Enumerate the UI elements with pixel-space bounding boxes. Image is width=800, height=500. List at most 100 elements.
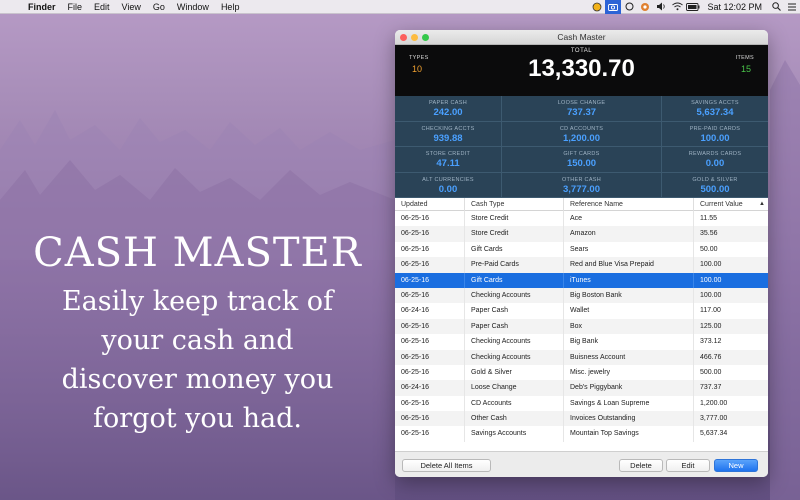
menu-go[interactable]: Go [147,2,171,12]
menu-help[interactable]: Help [215,2,246,12]
category-value: 150.00 [566,158,597,169]
table-row[interactable]: 06-24-16 Paper Cash Wallet 117.00 [395,303,768,319]
category-label: GIFT CARDS [563,151,600,157]
category-label: REWARDS CARDS [688,151,742,157]
bottom-toolbar: Delete All Items Delete Edit New [395,451,768,477]
category-cell: GOLD & SILVER 500.00 [662,173,768,198]
table-row[interactable]: 06-25-16 Checking Accounts Big Bank 373.12 [395,334,768,350]
current-value-cell: 373.12 [700,338,722,346]
table-row[interactable]: 06-25-16 Pre-Paid Cards Red and Blue Visa … [395,257,768,273]
cash-type-cell: Pre-Paid Cards [465,257,564,273]
category-cell: GIFT CARDS 150.00 [502,147,662,173]
updated-cell: 06-25-16 [395,364,465,381]
battery-icon[interactable] [685,0,701,14]
cash-type-cell: Paper Cash [465,303,564,319]
wifi-icon[interactable] [669,0,685,14]
cash-type-cell: Checking Accounts [465,334,564,350]
total-label: TOTAL [570,48,593,54]
category-cell: CD ACCOUNTS 1,200.00 [502,121,662,147]
category-cell: ALT CURRENCIES 0.00 [395,172,502,198]
reference-name-cell: Red and Blue Visa Prepaid [564,257,694,273]
category-value: 500.00 [700,183,730,195]
reference-name-cell: Amazon [564,226,694,242]
updated-cell: 06-25-16 [395,318,465,335]
column-header-updated[interactable]: Updated [395,198,465,211]
table-row[interactable]: 06-25-16 Checking Accounts Big Boston Bank… [395,287,768,304]
current-value-cell: 125.00 [700,322,722,330]
category-label: ALT CURRENCIES [422,176,474,183]
table-row[interactable]: 06-25-16 CD Accounts Savings & Loan Suprem… [395,395,768,412]
current-value-cell: 1,200.00 [700,399,728,407]
items-value: 15 [740,64,751,74]
category-value: 0.00 [438,183,458,195]
menu-edit[interactable]: Edit [88,2,116,12]
current-value-cell: 117.00 [700,307,721,315]
volume-icon[interactable] [653,0,669,14]
minimize-window-button[interactable] [411,34,418,41]
current-value-cell: 100.00 [700,261,722,269]
new-button[interactable]: New [714,459,758,472]
edit-button[interactable]: Edit [666,459,710,472]
cash-type-cell: Store Credit [465,226,564,242]
spotlight-search-icon[interactable] [768,0,784,14]
cash-type-cell: Store Credit [465,211,564,227]
recording-tray-icon[interactable] [637,0,653,14]
table-row[interactable]: 06-25-16 Store Credit Amazon 35.56 [395,226,768,242]
column-header-current-value[interactable]: Current Value ▲ [694,198,768,211]
column-header-reference-name[interactable]: Reference Name [564,198,694,211]
category-label: SAVINGS ACCTS [691,100,739,106]
table-body: 06-25-16 Store Credit Ace 11.55 06-25-16 Stor… [395,211,768,442]
menu-app-name[interactable]: Finder [22,2,62,12]
category-label: PAPER CASH [428,100,468,106]
table-row[interactable]: 06-25-16 Store Credit Ace 11.55 [395,211,768,227]
reference-name-cell: Invoices Outstanding [564,411,694,427]
updated-cell: 06-25-16 [395,411,465,427]
column-header-cash-type[interactable]: Cash Type [465,198,564,211]
menu-window[interactable]: Window [171,2,215,12]
updated-cell: 06-25-16 [395,257,465,273]
category-value: 939.88 [433,132,463,144]
hero-title: CASH MASTER [33,230,362,276]
current-value-cell: 500.00 [700,368,722,376]
table-row[interactable]: 06-25-16 Gold & Silver Misc. jewelry 500.00 [395,364,768,381]
reference-name-cell: Box [564,318,694,335]
reference-name-cell: iTunes [564,272,694,288]
category-value: 737.37 [566,107,597,118]
cash-master-window: Cash Master TYPES 10 TOTAL 13,330.70 ITE… [395,30,768,477]
updated-cell: 06-25-16 [395,272,465,288]
delete-all-items-button[interactable]: Delete All Items [402,459,491,472]
table-row[interactable]: 06-24-16 Loose Change Deb's Piggybank 737.3… [395,380,768,396]
table-row[interactable]: 06-25-16 Gift Cards Sears 50.00 [395,241,768,258]
delete-button[interactable]: Delete [619,459,663,472]
reference-name-cell: Mountain Top Savings [564,426,694,442]
current-value-cell: 466.76 [700,353,722,361]
cash-type-cell: Gift Cards [465,241,564,258]
hero-line: forgot you had. [93,403,302,434]
notification-center-icon[interactable] [784,0,800,14]
reference-name-cell: Big Bank [564,334,694,350]
table-row[interactable]: 06-25-16 Paper Cash Box 125.00 [395,318,768,335]
category-label: CD ACCOUNTS [559,125,604,132]
updated-cell: 06-25-16 [395,349,465,365]
menu-view[interactable]: View [116,2,147,12]
camera-tray-icon[interactable] [605,0,622,14]
cash-master-tray-icon[interactable] [589,0,605,14]
table-row[interactable]: 06-25-16 Gift Cards iTunes 100.00 [395,272,768,288]
zoom-window-button[interactable] [422,34,429,41]
updated-cell: 06-25-16 [395,395,465,412]
close-window-button[interactable] [400,34,407,41]
table-row[interactable]: 06-25-16 Checking Accounts Buisness Accoun… [395,349,768,365]
menu-file[interactable]: File [62,2,89,12]
reference-name-cell: Misc. jewelry [564,364,694,381]
current-value-cell: 35.56 [700,230,718,238]
current-value-cell: 737.37 [700,384,722,392]
table-row[interactable]: 06-25-16 Savings Accounts Mountain Top Sav… [395,426,768,442]
reference-name-cell: Ace [564,211,694,227]
circle-tray-icon[interactable] [621,0,637,14]
category-value: 0.00 [705,158,725,169]
menubar-clock[interactable]: Sat 12:02 PM [701,2,768,12]
table-row[interactable]: 06-25-16 Other Cash Invoices Outstanding 3,… [395,411,768,427]
category-cell: PAPER CASH 242.00 [395,96,502,122]
window-titlebar[interactable]: Cash Master [395,30,768,45]
current-value-cell: 5,637.34 [700,430,728,438]
